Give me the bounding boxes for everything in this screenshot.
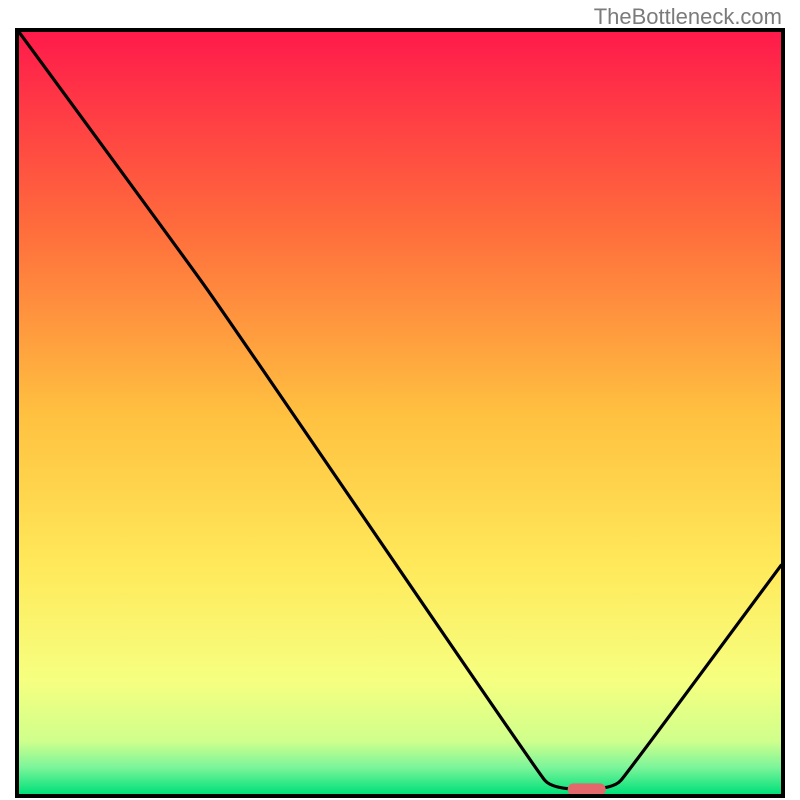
watermark-text: TheBottleneck.com (594, 4, 782, 30)
gradient-background (19, 32, 781, 794)
bottleneck-chart (19, 32, 781, 794)
optimal-marker (568, 783, 606, 794)
chart-frame (15, 28, 785, 798)
